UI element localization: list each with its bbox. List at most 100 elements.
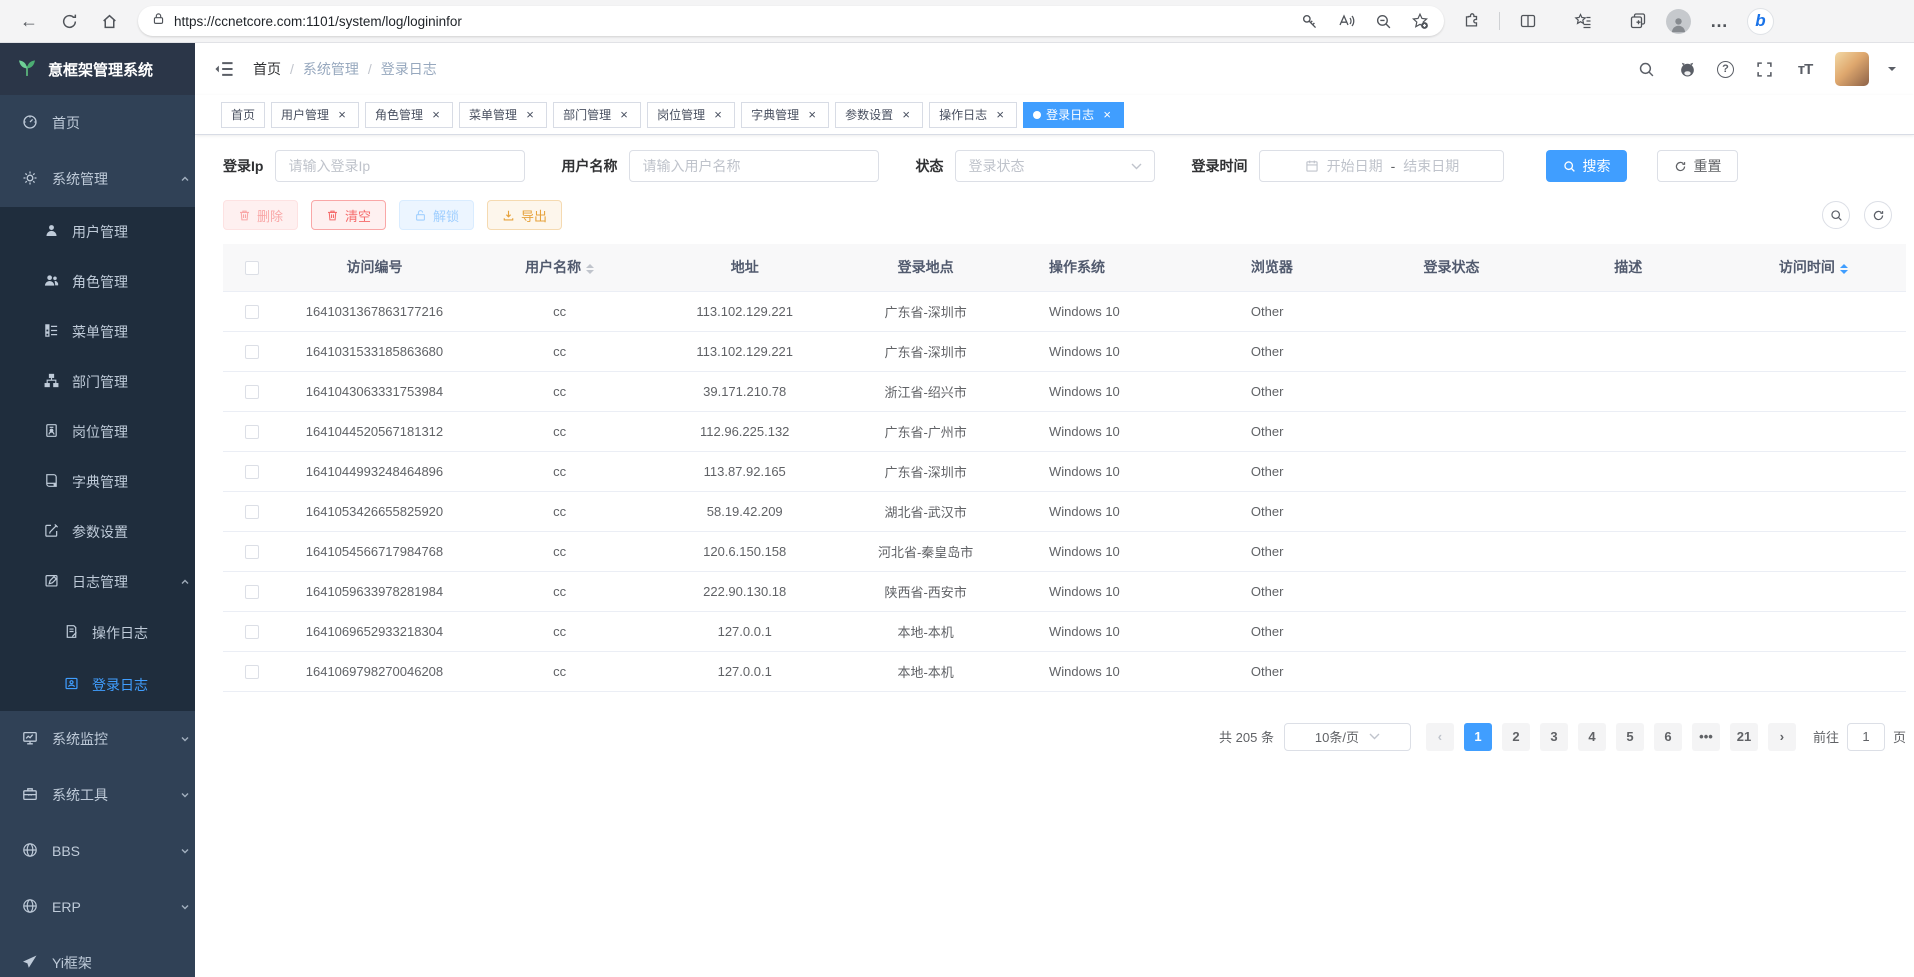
tab-close-icon[interactable] xyxy=(899,108,913,122)
row-checkbox[interactable] xyxy=(245,305,259,319)
row-checkbox[interactable] xyxy=(245,505,259,519)
tab-close-icon[interactable] xyxy=(617,108,631,122)
read-aloud-icon[interactable] xyxy=(1336,11,1356,31)
tab[interactable]: 参数设置 xyxy=(835,102,923,128)
breadcrumb-home[interactable]: 首页 xyxy=(253,59,281,79)
fullscreen-icon[interactable] xyxy=(1753,58,1775,80)
page-button[interactable]: 1 xyxy=(1464,723,1492,751)
row-checkbox[interactable] xyxy=(245,665,259,679)
tab[interactable]: 字典管理 xyxy=(741,102,829,128)
row-checkbox[interactable] xyxy=(245,425,259,439)
tab[interactable]: 首页 xyxy=(221,102,265,128)
sidebar-item-operation-log[interactable]: 操作日志 xyxy=(0,607,195,659)
bing-chat-icon[interactable]: b xyxy=(1747,8,1774,35)
sidebar-item-system-tools[interactable]: 系统工具 xyxy=(0,767,195,823)
date-range-picker[interactable]: 开始日期 - 结束日期 xyxy=(1259,150,1504,182)
browser-profile-avatar[interactable] xyxy=(1666,9,1691,34)
row-checkbox[interactable] xyxy=(245,545,259,559)
select-all-checkbox[interactable] xyxy=(245,261,259,275)
tab[interactable]: 角色管理 xyxy=(365,102,453,128)
sidebar-item-system-mgmt[interactable]: 系统管理 xyxy=(0,151,195,207)
tab-close-icon[interactable] xyxy=(429,108,443,122)
tab[interactable]: 用户管理 xyxy=(271,102,359,128)
tab-close-icon[interactable] xyxy=(993,108,1007,122)
sidebar-item-login-log[interactable]: 登录日志 xyxy=(0,659,195,711)
address-bar[interactable]: https://ccnetcore.com:1101/system/log/lo… xyxy=(138,6,1444,36)
toggle-search-icon[interactable] xyxy=(1822,201,1850,229)
tab[interactable]: 操作日志 xyxy=(929,102,1017,128)
header-username[interactable]: 用户名称 xyxy=(467,244,652,291)
row-checkbox[interactable] xyxy=(245,625,259,639)
duplicate-tab-icon[interactable] xyxy=(1625,8,1651,34)
login-ip-input[interactable]: 请输入登录Ip xyxy=(275,150,525,182)
tab[interactable]: 登录日志 xyxy=(1023,102,1124,128)
sidebar-item-yi-framework[interactable]: Yi框架 xyxy=(0,935,195,977)
sidebar-item-erp[interactable]: ERP xyxy=(0,879,195,935)
reset-button[interactable]: 重置 xyxy=(1657,150,1738,182)
page-button[interactable]: 2 xyxy=(1502,723,1530,751)
page-size-select[interactable]: 10条/页 xyxy=(1284,723,1411,751)
extensions-puzzle-icon[interactable] xyxy=(1458,8,1484,34)
sidebar-item-dept-mgmt[interactable]: 部门管理 xyxy=(0,357,195,407)
browser-back-icon[interactable]: ← xyxy=(16,8,42,34)
tab-close-icon[interactable] xyxy=(335,108,349,122)
clear-button[interactable]: 清空 xyxy=(311,200,386,230)
tab-close-icon[interactable] xyxy=(711,108,725,122)
status-select[interactable]: 登录状态 xyxy=(955,150,1155,182)
browser-menu-ellipsis-icon[interactable]: … xyxy=(1706,8,1732,34)
sort-visit-time-icon[interactable] xyxy=(1840,264,1848,274)
refresh-table-icon[interactable] xyxy=(1864,201,1892,229)
tab[interactable]: 菜单管理 xyxy=(459,102,547,128)
help-icon[interactable]: ? xyxy=(1717,61,1734,78)
prev-page-button[interactable]: ‹ xyxy=(1426,723,1454,751)
header-search-icon[interactable] xyxy=(1635,58,1657,80)
delete-button[interactable]: 删除 xyxy=(223,200,298,230)
sidebar-item-system-monitor[interactable]: 系统监控 xyxy=(0,711,195,767)
row-checkbox[interactable] xyxy=(245,465,259,479)
user-avatar[interactable] xyxy=(1835,52,1869,86)
next-page-button[interactable]: › xyxy=(1768,723,1796,751)
username-input[interactable]: 请输入用户名称 xyxy=(629,150,879,182)
sort-username-icon[interactable] xyxy=(586,264,594,274)
page-button[interactable]: 3 xyxy=(1540,723,1568,751)
tab-close-icon[interactable] xyxy=(805,108,819,122)
unlock-button[interactable]: 解锁 xyxy=(399,200,474,230)
tab-close-icon[interactable] xyxy=(523,108,537,122)
sidebar-item-user-mgmt[interactable]: 用户管理 xyxy=(0,207,195,257)
zoom-out-icon[interactable] xyxy=(1373,11,1393,31)
github-icon[interactable] xyxy=(1676,58,1698,80)
row-checkbox[interactable] xyxy=(245,585,259,599)
tab[interactable]: 岗位管理 xyxy=(647,102,735,128)
sidebar-item-param-settings[interactable]: 参数设置 xyxy=(0,507,195,557)
password-key-icon[interactable] xyxy=(1299,11,1319,31)
browser-home-icon[interactable] xyxy=(96,8,122,34)
page-button[interactable]: 5 xyxy=(1616,723,1644,751)
sidebar-item-role-mgmt[interactable]: 角色管理 xyxy=(0,257,195,307)
page-button[interactable]: ••• xyxy=(1692,723,1720,751)
search-button[interactable]: 搜索 xyxy=(1546,150,1627,182)
add-favorite-star-icon[interactable] xyxy=(1410,11,1430,31)
avatar-caret-down-icon[interactable] xyxy=(1888,67,1896,75)
row-checkbox[interactable] xyxy=(245,345,259,359)
goto-page-input[interactable] xyxy=(1847,723,1885,751)
row-checkbox[interactable] xyxy=(245,385,259,399)
page-button[interactable]: 4 xyxy=(1578,723,1606,751)
header-visit-time[interactable]: 访问时间 xyxy=(1721,244,1906,291)
font-size-icon[interactable]: тT xyxy=(1794,58,1816,80)
tab[interactable]: 部门管理 xyxy=(553,102,641,128)
app-logo[interactable]: 意框架管理系统 xyxy=(0,43,195,95)
sidebar-item-home[interactable]: 首页 xyxy=(0,95,195,151)
sidebar-item-dict-mgmt[interactable]: 字典管理 xyxy=(0,457,195,507)
sidebar-item-log-mgmt[interactable]: 日志管理 xyxy=(0,557,195,607)
sidebar-item-bbs[interactable]: BBS xyxy=(0,823,195,879)
collapse-sidebar-icon[interactable] xyxy=(213,58,235,80)
sidebar-item-menu-mgmt[interactable]: 菜单管理 xyxy=(0,307,195,357)
tab-close-icon[interactable] xyxy=(1100,108,1114,122)
browser-refresh-icon[interactable] xyxy=(56,8,82,34)
export-button[interactable]: 导出 xyxy=(487,200,562,230)
page-button[interactable]: 6 xyxy=(1654,723,1682,751)
favorites-bar-icon[interactable] xyxy=(1570,8,1596,34)
split-screen-icon[interactable] xyxy=(1515,8,1541,34)
page-button[interactable]: 21 xyxy=(1730,723,1758,751)
sidebar-item-post-mgmt[interactable]: 岗位管理 xyxy=(0,407,195,457)
